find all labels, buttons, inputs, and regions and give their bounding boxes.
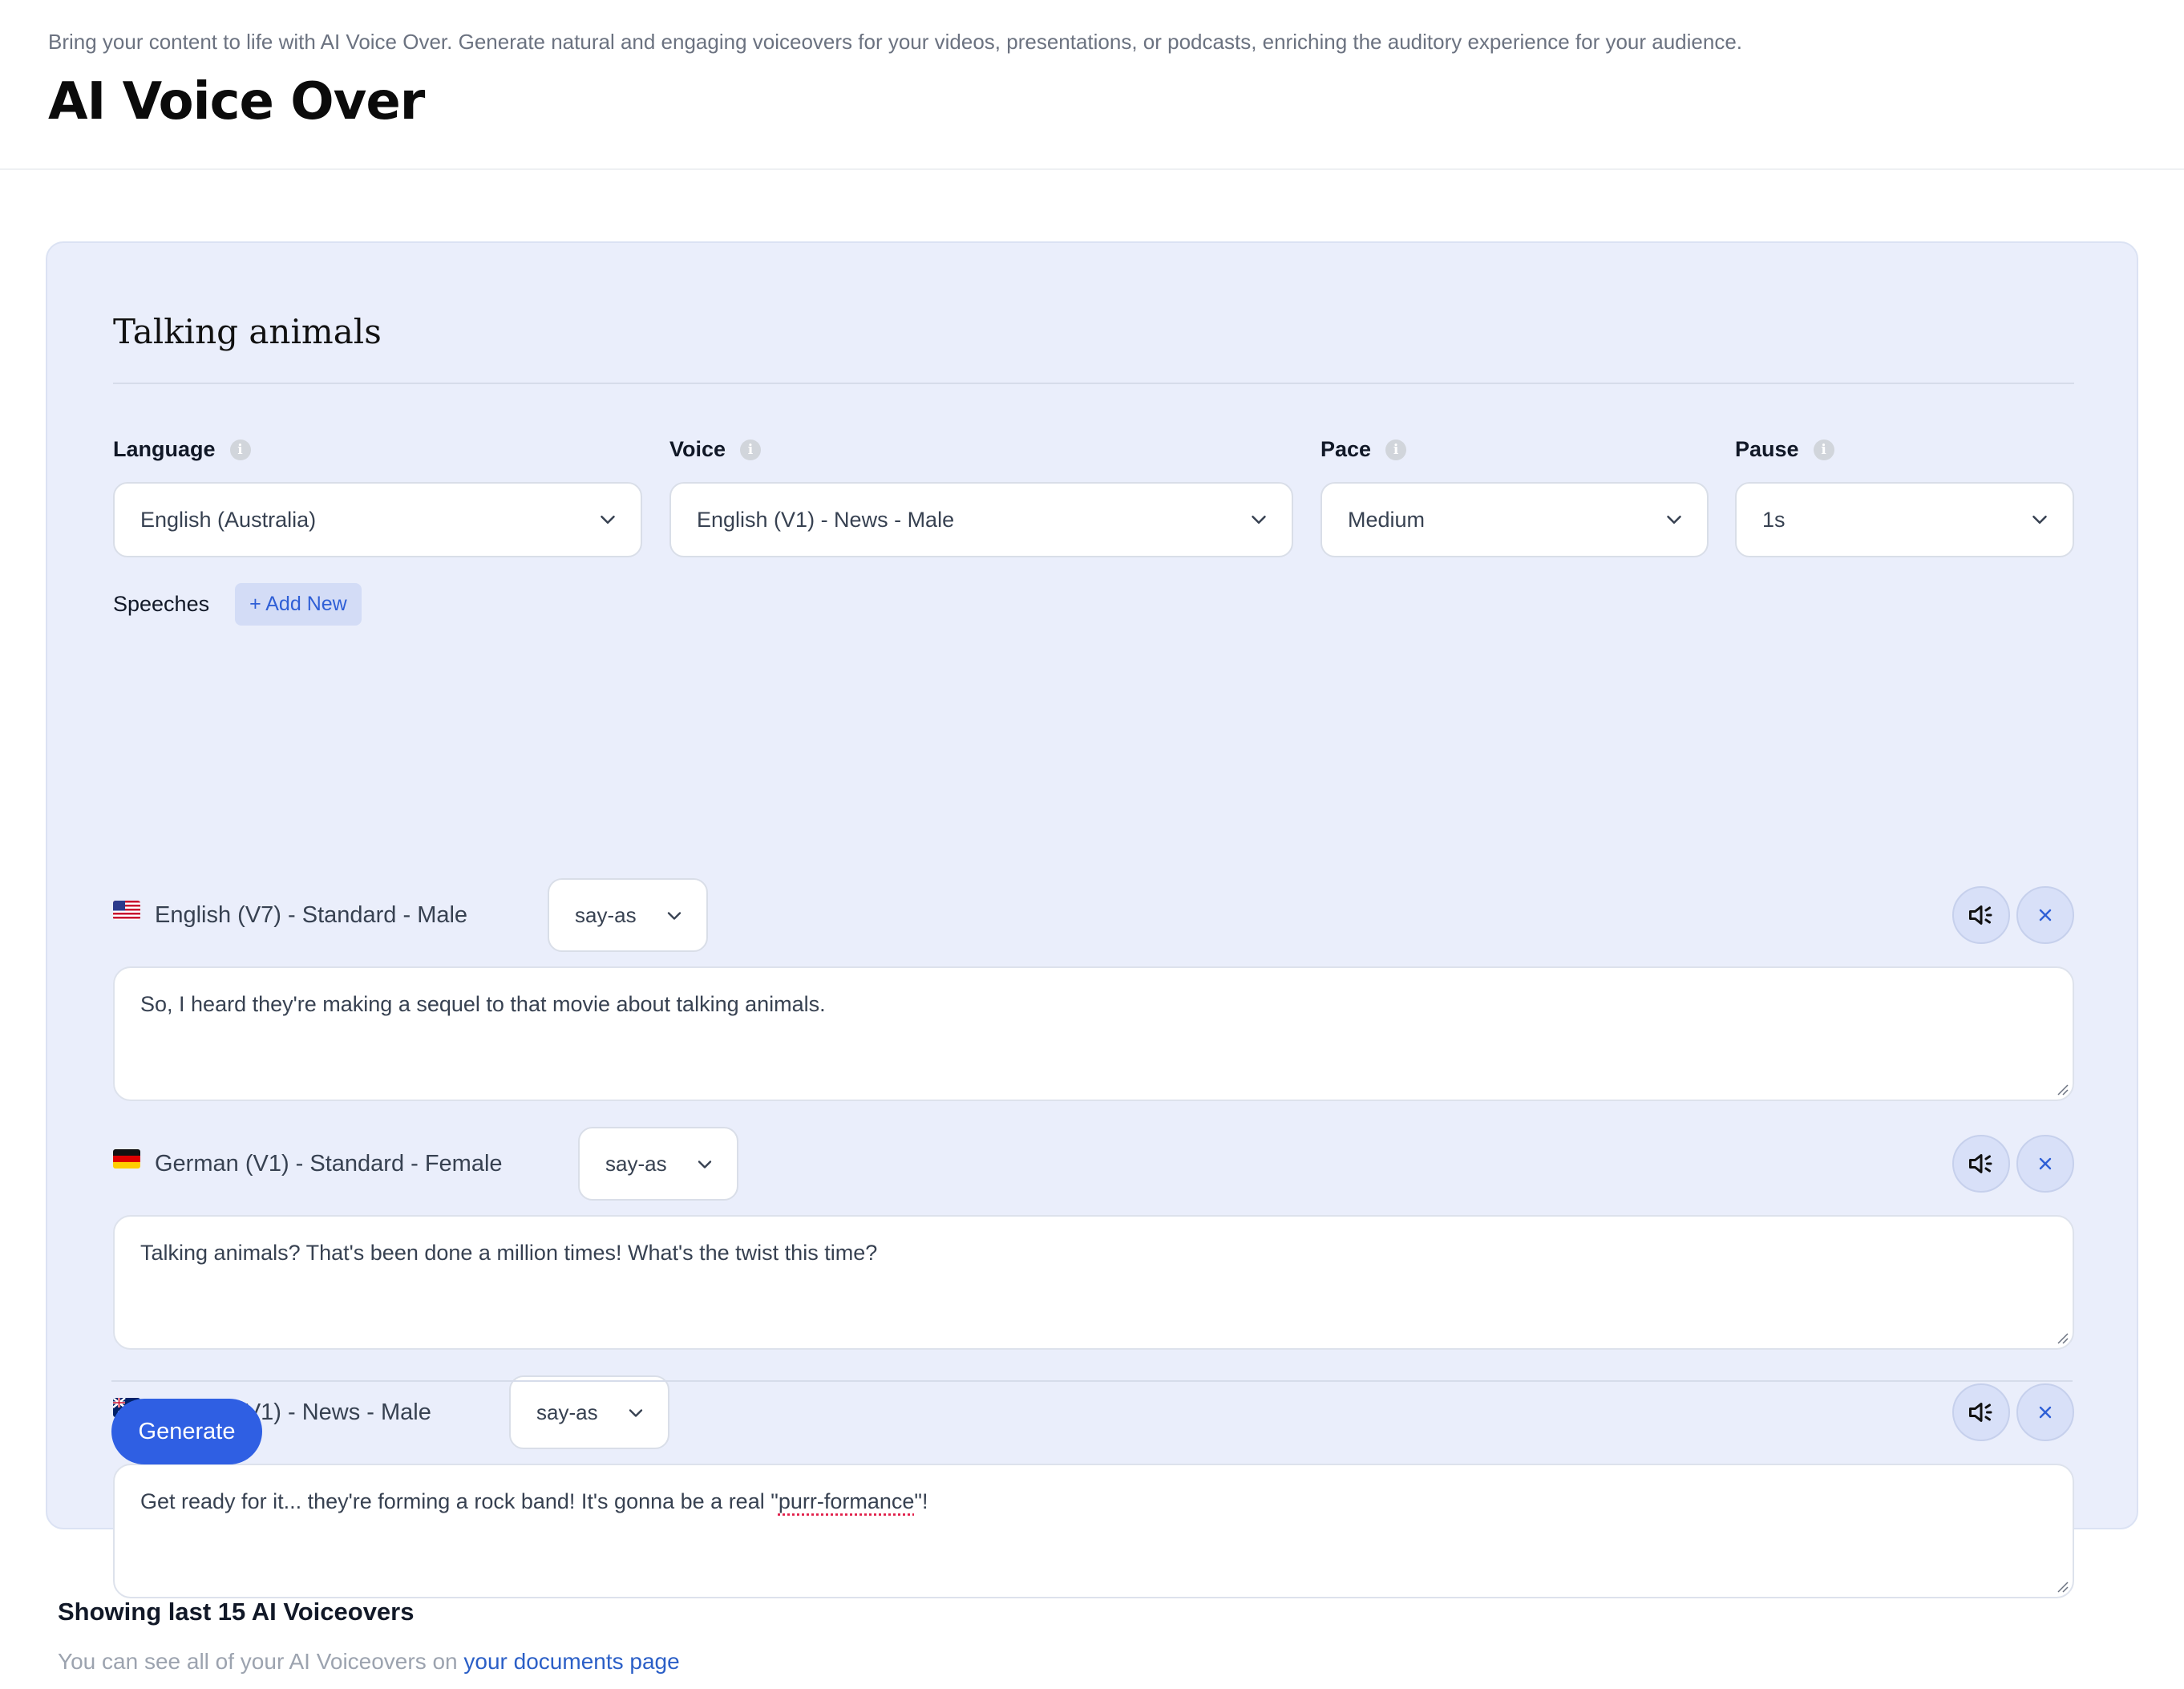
close-icon — [2039, 1406, 2052, 1419]
add-new-speech-button[interactable]: + Add New — [235, 583, 362, 626]
speech-textarea[interactable]: Get ready for it... they're forming a ro… — [113, 1464, 2074, 1598]
resize-handle-icon[interactable] — [2055, 1082, 2069, 1096]
resize-handle-icon[interactable] — [2055, 1579, 2069, 1594]
play-speech-button[interactable] — [1952, 1135, 2010, 1193]
page-subtitle: Bring your content to life with AI Voice… — [48, 30, 1743, 54]
play-speech-button[interactable] — [1952, 886, 2010, 944]
resize-handle-icon[interactable] — [2055, 1331, 2069, 1345]
speaker-icon — [1969, 905, 1992, 925]
chevron-down-icon — [1252, 516, 1266, 524]
chevron-down-icon — [629, 1409, 643, 1417]
remove-speech-button[interactable] — [2016, 1383, 2074, 1441]
speaker-icon — [1969, 1403, 1992, 1422]
play-speech-button[interactable] — [1952, 1383, 2010, 1441]
speech-voice-name: English (V7) - Standard - Male — [155, 902, 468, 928]
speech-header: English (V1) - News - Male say-as — [113, 1375, 2074, 1449]
documents-page-link[interactable]: your documents page — [463, 1649, 679, 1674]
remove-speech-button[interactable] — [2016, 1135, 2074, 1193]
recent-voiceovers-title: Showing last 15 AI Voiceovers — [58, 1598, 415, 1626]
page-header: Bring your content to life with AI Voice… — [0, 0, 2184, 170]
recent-voiceovers-subtitle: You can see all of your AI Voiceovers on… — [58, 1649, 680, 1674]
language-label: Language i — [113, 437, 251, 462]
speeches-header: Speeches + Add New — [113, 583, 362, 626]
chevron-down-icon — [667, 912, 681, 920]
close-icon — [2039, 1157, 2052, 1170]
project-title[interactable]: Talking animals — [113, 312, 382, 351]
chevron-down-icon — [698, 1160, 712, 1169]
language-select[interactable]: English (Australia) — [113, 482, 642, 557]
title-divider — [113, 383, 2074, 384]
us-flag-icon — [113, 901, 140, 920]
pace-select[interactable]: Medium — [1321, 482, 1709, 557]
say-as-select[interactable]: say-as — [509, 1375, 669, 1449]
speech-textarea[interactable]: So, I heard they're making a sequel to t… — [113, 966, 2074, 1101]
say-as-select[interactable]: say-as — [548, 878, 708, 952]
voice-label: Voice i — [669, 437, 762, 462]
speech-voice-name: German (V1) - Standard - Female — [155, 1151, 503, 1177]
generate-button[interactable]: Generate — [111, 1399, 262, 1464]
speech-header: German (V1) - Standard - Female say-as — [113, 1127, 2074, 1201]
pause-select[interactable]: 1s — [1735, 482, 2074, 557]
info-icon[interactable]: i — [229, 439, 251, 460]
info-icon[interactable]: i — [1813, 439, 1834, 460]
info-icon[interactable]: i — [1385, 439, 1407, 460]
speaker-icon — [1969, 1154, 1992, 1173]
say-as-select[interactable]: say-as — [578, 1127, 738, 1201]
chevron-down-icon — [601, 516, 615, 524]
speeches-label: Speeches — [113, 592, 210, 616]
voice-select[interactable]: English (V1) - News - Male — [669, 482, 1293, 557]
chevron-down-icon — [2032, 516, 2047, 524]
form-footer-divider — [111, 1380, 2073, 1382]
close-icon — [2039, 909, 2052, 921]
germany-flag-icon — [113, 1149, 140, 1169]
pace-label: Pace i — [1321, 437, 1407, 462]
pause-label: Pause i — [1735, 437, 1834, 462]
misspelled-word: purr-formance — [778, 1489, 915, 1513]
voiceover-form-card: Talking animals Language i Voice i Pace … — [46, 241, 2138, 1598]
remove-speech-button[interactable] — [2016, 886, 2074, 944]
info-icon[interactable]: i — [740, 439, 762, 460]
speech-textarea[interactable]: Talking animals? That's been done a mill… — [113, 1215, 2074, 1350]
page-title: AI Voice Over — [48, 71, 425, 132]
chevron-down-icon — [1667, 516, 1681, 524]
speech-header: English (V7) - Standard - Male say-as — [113, 878, 2074, 952]
